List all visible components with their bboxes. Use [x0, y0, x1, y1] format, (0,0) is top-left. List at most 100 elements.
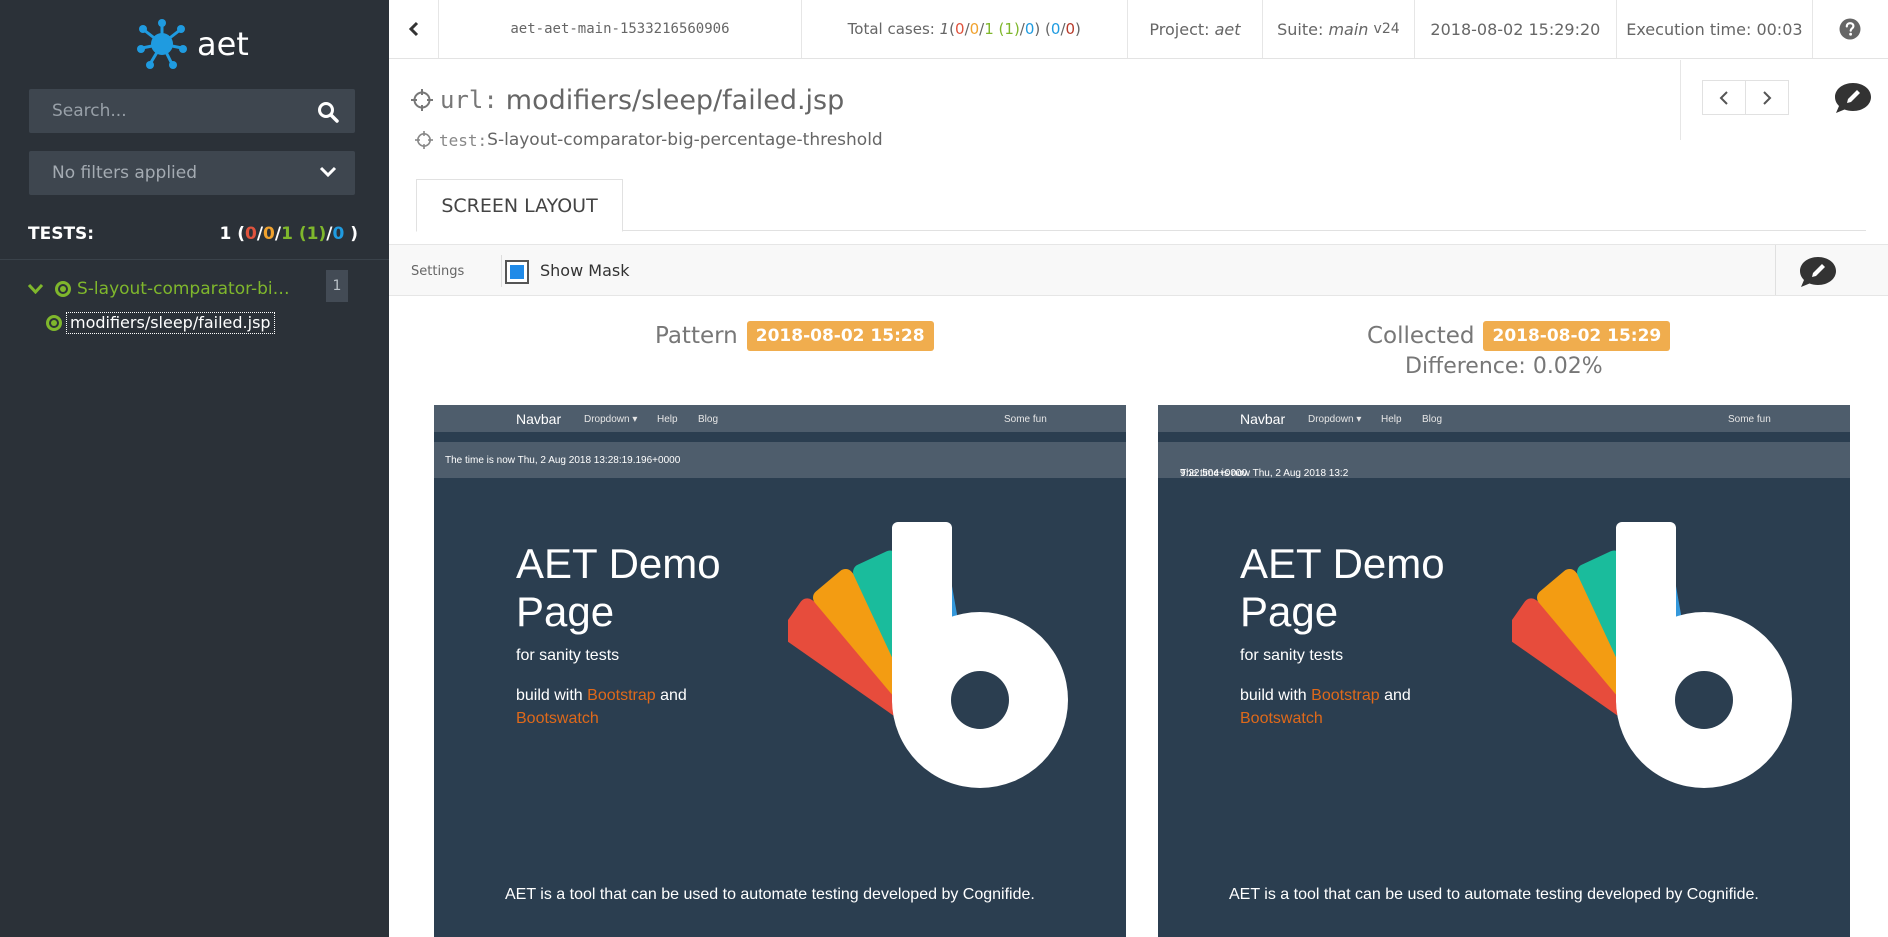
demo-build-prefix: build with — [516, 687, 583, 704]
demo-bootswatch-link: Bootswatch — [1240, 710, 1323, 727]
demo-nav-help: Help — [1381, 414, 1402, 425]
settings-label: Settings — [411, 264, 465, 279]
question-circle-icon — [1839, 18, 1861, 40]
demo-and: and — [1384, 687, 1411, 704]
chevron-right-icon — [1763, 90, 1772, 105]
tests-counts: 1 (0/0/1 (1)/0 ) — [219, 224, 358, 244]
tests-count-close: ) — [344, 224, 358, 244]
project-cell: Project: aet — [1128, 0, 1263, 58]
demo-time-bar: The time is now Thu, 2 Aug 2018 13:2 9:22… — [1158, 442, 1850, 479]
comment-edit-icon[interactable] — [1833, 81, 1873, 115]
demo-subheading: for sanity tests — [516, 647, 620, 664]
filters-dropdown[interactable]: No filters applied — [29, 151, 355, 195]
demo-bootswatch-link: Bootswatch — [516, 710, 599, 727]
demo-brand: Navbar — [516, 411, 562, 427]
filters-label: No filters applied — [52, 163, 198, 183]
pattern-date-badge: 2018-08-02 15:28 — [746, 321, 934, 351]
demo-navbar: Navbar Dropdown ▾ Help Blog Some fun — [1158, 405, 1850, 432]
chevron-down-icon[interactable] — [28, 284, 43, 294]
search-input[interactable] — [29, 89, 355, 133]
suite-cell: Suite: main v24 — [1263, 0, 1415, 58]
tests-summary: TESTS: 1 (0/0/1 (1)/0 ) — [28, 224, 358, 248]
crosshair-icon — [411, 89, 433, 111]
tests-count-open: ( — [231, 224, 245, 244]
demo-description: AET is a tool that can be used to automa… — [1229, 886, 1759, 903]
show-mask-checkbox[interactable] — [505, 260, 529, 284]
tab-screen-layout[interactable]: SCREEN LAYOUT — [416, 179, 623, 232]
collected-screenshot[interactable]: Navbar Dropdown ▾ Help Blog Some fun The… — [1158, 405, 1850, 937]
back-button[interactable] — [389, 0, 440, 58]
tests-count-passed: 1 (1) — [281, 224, 327, 244]
report-id: aet-aet-main-1533216560906 — [510, 21, 730, 37]
demo-bootstrap-link: Bootstrap — [1311, 687, 1380, 704]
tc-passed: 1 (1) — [984, 20, 1020, 38]
demo-nav-right: Some fun — [1004, 414, 1047, 425]
execution-time: Execution time: 00:03 — [1626, 19, 1803, 39]
search-box — [29, 89, 355, 133]
comment-edit-icon[interactable] — [1798, 255, 1838, 289]
tc-failed: 0 — [955, 20, 965, 38]
demo-build-text: build with Bootstrap and Bootswatch — [1240, 684, 1460, 730]
chevron-down-icon — [319, 166, 337, 178]
show-mask-label[interactable]: Show Mask — [540, 261, 629, 280]
difference-value: Difference: 0.02% — [1405, 354, 1603, 379]
demo-heading: AET Demo Page — [1240, 540, 1445, 635]
prev-test-button[interactable] — [1703, 81, 1746, 114]
logo-text: aet — [197, 25, 249, 63]
suite-label: Suite: — [1277, 19, 1324, 39]
demo-brand: Navbar — [1240, 411, 1286, 427]
help-button[interactable] — [1813, 0, 1888, 58]
url-value: modifiers/sleep/failed.jsp — [505, 84, 845, 116]
tests-count-failed: 0 — [244, 224, 257, 244]
logo[interactable]: aet — [136, 18, 249, 70]
report-datetime: 2018-08-02 15:29:20 — [1430, 19, 1601, 39]
settings-divider — [501, 255, 502, 287]
url-key: url: — [440, 86, 498, 114]
top-bar: aet-aet-main-1533216560906 Total cases: … — [389, 0, 1888, 59]
test-title: test: S-layout-comparator-big-percentage… — [415, 129, 883, 151]
tests-label: TESTS: — [28, 224, 95, 244]
status-passed-icon — [55, 281, 71, 297]
demo-nav-help: Help — [657, 414, 678, 425]
settings-divider — [1775, 245, 1776, 295]
demo-description: AET is a tool that can be used to automa… — [505, 886, 1035, 903]
chevron-left-icon — [1719, 90, 1728, 105]
datetime-cell: 2018-08-02 15:29:20 — [1415, 0, 1617, 58]
pattern-screenshot[interactable]: Navbar Dropdown ▾ Help Blog Some fun The… — [434, 405, 1126, 937]
total-cases-value: 1 — [939, 20, 950, 38]
header-divider — [1680, 60, 1681, 140]
test-navigation — [1702, 80, 1789, 115]
bootswatch-logo-icon — [788, 522, 1068, 788]
aet-logo-icon — [137, 19, 187, 69]
tc-mid: ) ( — [1034, 20, 1051, 38]
tc-accepted: 0 — [1050, 20, 1061, 38]
demo-time-diff-highlight: 9:22.504+0000 — [1180, 468, 1248, 479]
tree-test-item[interactable]: modifiers/sleep/failed.jsp — [46, 311, 275, 335]
tests-count-rebased: 0 — [332, 224, 345, 244]
test-value: S-layout-comparator-big-percentage-thres… — [487, 130, 883, 150]
tree-suite-name[interactable]: S-layout-comparator-big-percentage-thres… — [77, 279, 297, 299]
tab-bar: SCREEN LAYOUT — [416, 179, 1866, 232]
tree-test-name[interactable]: modifiers/sleep/failed.jsp — [66, 312, 275, 334]
tree-suite-item[interactable]: S-layout-comparator-big-percentage-thres… — [28, 274, 358, 304]
search-icon[interactable] — [317, 101, 339, 123]
demo-nav-blog: Blog — [1422, 414, 1443, 425]
demo-time-text: The time is now Thu, 2 Aug 2018 13:28:19… — [445, 455, 681, 466]
demo-subheading: for sanity tests — [1240, 647, 1344, 664]
test-key: test: — [439, 130, 488, 150]
next-test-button[interactable] — [1746, 81, 1788, 114]
demo-navbar: Navbar Dropdown ▾ Help Blog Some fun — [434, 405, 1126, 432]
total-cases-cell: Total cases: 1 ( 0 / 0 / 1 (1) / 0 ) ( 0… — [802, 0, 1129, 58]
tests-count-warning: 0 — [263, 224, 275, 244]
pattern-heading: Pattern 2018-08-02 15:28 — [655, 321, 934, 351]
bootswatch-logo-icon — [1512, 522, 1792, 788]
tc-warning: 0 — [969, 20, 980, 38]
demo-nav-right: Some fun — [1728, 414, 1771, 425]
tests-count-total: 1 — [219, 224, 232, 244]
demo-and: and — [660, 687, 687, 704]
settings-bar: Settings Show Mask — [389, 244, 1888, 296]
tc-rejected: 0 — [1065, 20, 1076, 38]
demo-nav-dropdown: Dropdown ▾ — [584, 414, 638, 425]
collected-date-badge: 2018-08-02 15:29 — [1483, 321, 1671, 351]
report-id-cell: aet-aet-main-1533216560906 — [439, 0, 802, 58]
